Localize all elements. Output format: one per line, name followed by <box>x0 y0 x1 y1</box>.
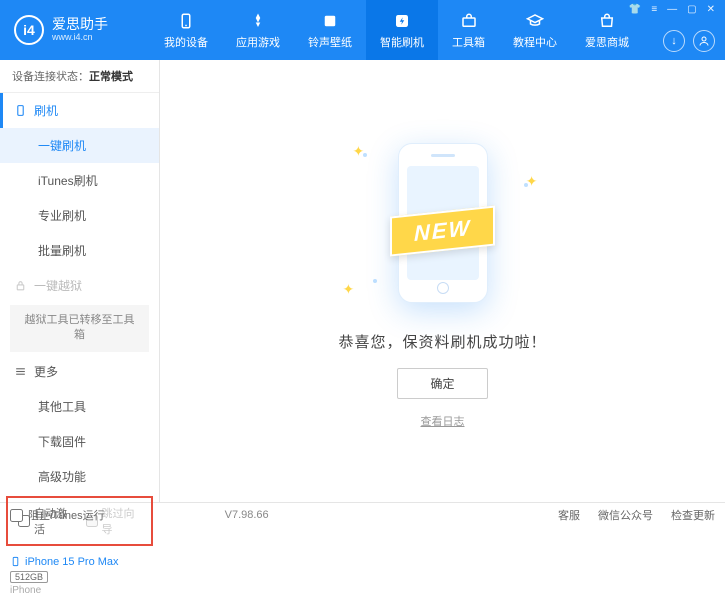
footer-link-wechat[interactable]: 微信公众号 <box>598 507 653 523</box>
nav-tab-device[interactable]: 我的设备 <box>150 0 222 60</box>
flash-icon <box>392 11 412 31</box>
device-name[interactable]: iPhone 15 Pro Max <box>10 556 149 568</box>
app-url: www.i4.cn <box>52 33 108 43</box>
lock-icon <box>14 279 27 292</box>
download-button[interactable]: ↓ <box>663 30 685 52</box>
sparkle-icon: ✦ <box>353 143 365 160</box>
nav-tab-apps[interactable]: 应用游戏 <box>222 0 294 60</box>
nav-label: 爱思商城 <box>585 34 629 50</box>
window-controls: 👕 ≡ — ▢ ✕ <box>629 4 715 15</box>
view-log-link[interactable]: 查看日志 <box>421 413 465 429</box>
sparkle-icon: ✦ <box>526 173 538 190</box>
nav-tabs: 我的设备 应用游戏 铃声壁纸 智能刷机 工具箱 教程中心 爱思商城 <box>150 0 643 60</box>
maximize-icon[interactable]: ▢ <box>687 4 696 15</box>
sidebar-category-jailbreak: 一键越狱 <box>0 268 159 303</box>
sidebar-item-advanced[interactable]: 高级功能 <box>0 459 159 494</box>
app-logo-icon: i4 <box>14 15 44 45</box>
sidebar-item-other-tools[interactable]: 其他工具 <box>0 389 159 424</box>
skin-icon[interactable]: 👕 <box>629 4 641 15</box>
menu-icon[interactable]: ≡ <box>651 4 657 15</box>
nav-label: 教程中心 <box>513 34 557 50</box>
app-name: 爱思助手 <box>52 17 108 32</box>
sidebar-category-flash[interactable]: 刷机 <box>0 93 159 128</box>
nav-tab-flash[interactable]: 智能刷机 <box>366 0 438 60</box>
device-storage: 512GB <box>10 571 48 583</box>
close-icon[interactable]: ✕ <box>707 4 715 15</box>
block-itunes-label: 阻止iTunes运行 <box>28 507 105 523</box>
success-illustration: ✦ ✦ ✦ NEW <box>343 133 543 313</box>
nav-label: 我的设备 <box>164 34 208 50</box>
device-info: iPhone 15 Pro Max 512GB iPhone <box>0 548 159 604</box>
tutorial-icon <box>525 11 545 31</box>
nav-tab-tutorial[interactable]: 教程中心 <box>499 0 571 60</box>
nav-label: 工具箱 <box>452 34 485 50</box>
main-content: ✦ ✦ ✦ NEW 恭喜您，保资料刷机成功啦！ 确定 查看日志 <box>160 60 725 502</box>
nav-label: 智能刷机 <box>380 34 424 50</box>
phone-icon <box>10 556 21 567</box>
nav-label: 应用游戏 <box>236 34 280 50</box>
success-message: 恭喜您，保资料刷机成功啦！ <box>338 331 546 352</box>
connection-status: 设备连接状态：正常模式 <box>0 60 159 93</box>
nav-label: 铃声壁纸 <box>308 34 352 50</box>
nav-tab-ringtone[interactable]: 铃声壁纸 <box>294 0 366 60</box>
minimize-icon[interactable]: — <box>667 4 677 15</box>
footer-link-update[interactable]: 检查更新 <box>671 507 715 523</box>
app-header: i4 爱思助手 www.i4.cn 我的设备 应用游戏 铃声壁纸 智能刷机 工具… <box>0 0 725 60</box>
sidebar-item-batch-flash[interactable]: 批量刷机 <box>0 233 159 268</box>
apps-icon <box>248 11 268 31</box>
device-type: iPhone <box>10 585 149 596</box>
jailbreak-moved-notice: 越狱工具已转移至工具箱 <box>10 305 149 352</box>
sparkle-icon: ✦ <box>343 281 355 298</box>
nav-tab-toolbox[interactable]: 工具箱 <box>438 0 499 60</box>
sidebar-item-download-firmware[interactable]: 下载固件 <box>0 424 159 459</box>
sidebar-category-more[interactable]: 更多 <box>0 354 159 389</box>
user-button[interactable] <box>693 30 715 52</box>
footer-link-support[interactable]: 客服 <box>558 507 580 523</box>
block-itunes-checkbox[interactable] <box>10 509 23 522</box>
sidebar-item-itunes-flash[interactable]: iTunes刷机 <box>0 163 159 198</box>
sidebar-item-oneclick-flash[interactable]: 一键刷机 <box>0 128 159 163</box>
store-icon <box>597 11 617 31</box>
list-icon <box>14 365 27 378</box>
ringtone-icon <box>320 11 340 31</box>
sidebar: 设备连接状态：正常模式 刷机 一键刷机 iTunes刷机 专业刷机 批量刷机 一… <box>0 60 160 502</box>
logo-area: i4 爱思助手 www.i4.cn <box>0 15 150 45</box>
ok-button[interactable]: 确定 <box>397 368 487 399</box>
toolbox-icon <box>459 11 479 31</box>
sidebar-item-pro-flash[interactable]: 专业刷机 <box>0 198 159 233</box>
version-label: V7.98.66 <box>225 509 269 521</box>
phone-icon <box>14 104 27 117</box>
device-icon <box>176 11 196 31</box>
